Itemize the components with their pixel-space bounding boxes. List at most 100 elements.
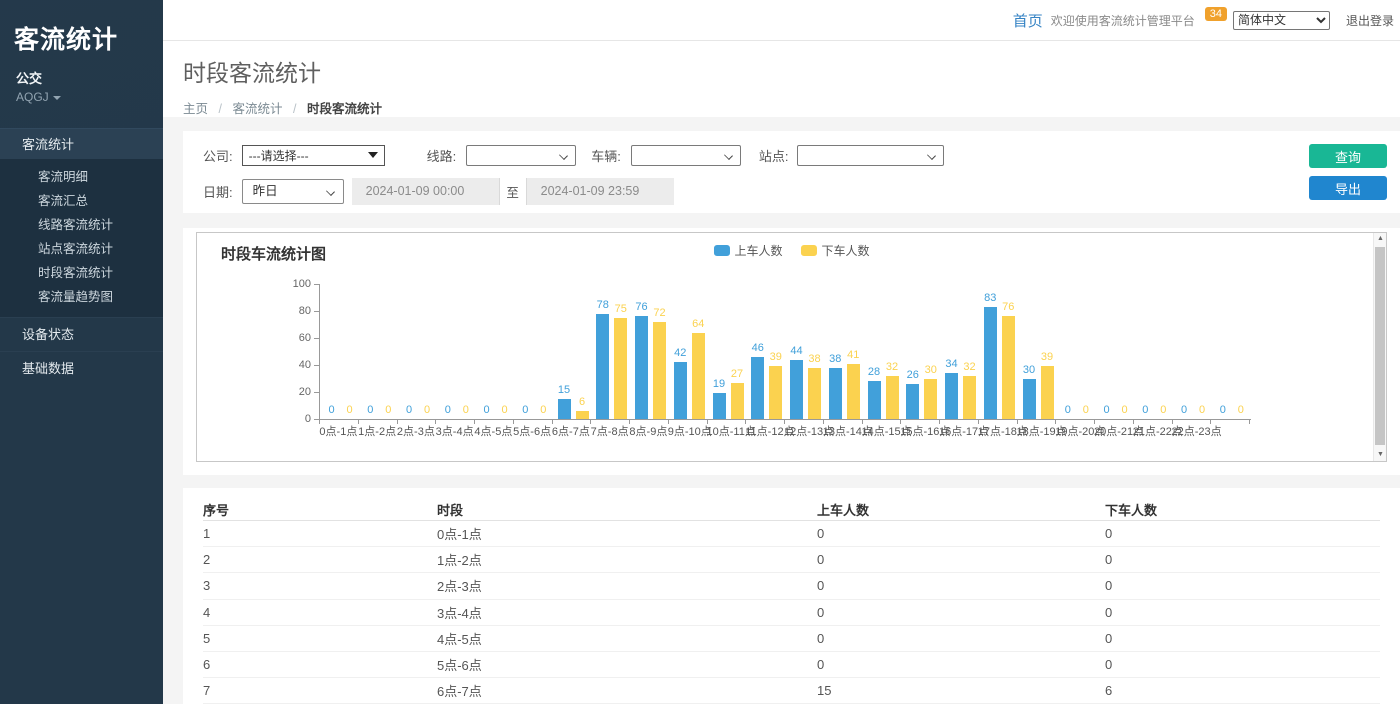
x-axis-category-label: 11点-12点	[745, 423, 784, 439]
bar-boarding[interactable]	[558, 399, 571, 419]
bar-boarding[interactable]	[751, 357, 764, 419]
sidebar-subitem[interactable]: 客流明细	[0, 165, 163, 189]
bar-group: 00	[1133, 284, 1172, 419]
breadcrumb-current: 时段客流统计	[307, 102, 382, 116]
sidebar: 客流统计 公交 AQGJ 客流统计 客流明细客流汇总线路客流统计站点客流统计时段…	[0, 0, 163, 704]
line-select[interactable]	[466, 145, 576, 166]
filter-panel: 公司: ---请选择--- 线路: 车辆: 站点: 日期: 昨日 2024-01…	[183, 131, 1400, 213]
bar-boarding[interactable]	[829, 368, 842, 419]
x-axis-category-label: 4点-5点	[474, 423, 513, 439]
x-axis-line	[319, 419, 1251, 420]
bar-alighting[interactable]	[847, 364, 860, 419]
chevron-down-icon	[927, 151, 936, 160]
date-separator: 至	[499, 178, 527, 205]
bar-alighting[interactable]	[614, 318, 627, 419]
bar-value-label: 0	[522, 404, 528, 416]
sidebar-subitem[interactable]: 站点客流统计	[0, 237, 163, 261]
language-select[interactable]: 简体中文	[1233, 11, 1330, 30]
bar-value-label: 0	[1142, 404, 1148, 416]
bar-boarding[interactable]	[713, 393, 726, 419]
home-link[interactable]: 首页	[1013, 10, 1043, 31]
scrollbar-thumb[interactable]	[1375, 247, 1385, 445]
table-cell: 4	[203, 605, 437, 620]
bar-value-label: 0	[501, 404, 507, 416]
company-select[interactable]: ---请选择---	[242, 145, 385, 166]
x-axis-category-label: 5点-6点	[513, 423, 552, 439]
sidebar-subitem[interactable]: 时段客流统计	[0, 261, 163, 285]
x-axis-category-label: 6点-7点	[552, 423, 591, 439]
sidebar-subitem[interactable]: 客流汇总	[0, 189, 163, 213]
bar-alighting[interactable]	[886, 376, 899, 419]
bar-boarding[interactable]	[906, 384, 919, 419]
page-header: 时段客流统计 主页 / 客流统计 / 时段客流统计	[163, 41, 1400, 117]
bar-alighting[interactable]	[769, 366, 782, 419]
x-axis-category-label: 20点-21点	[1094, 423, 1133, 439]
bar-value-label: 0	[540, 404, 546, 416]
bar-alighting[interactable]	[731, 383, 744, 419]
bar-group: 4639	[745, 284, 784, 419]
table-cell: 5点-6点	[437, 655, 817, 674]
date-preset-select[interactable]: 昨日	[242, 179, 344, 204]
breadcrumb-section[interactable]: 客流统计	[232, 102, 282, 116]
scroll-down-icon[interactable]: ▼	[1374, 451, 1387, 458]
sidebar-submenu: 客流明细客流汇总线路客流统计站点客流统计时段客流统计客流量趋势图	[0, 159, 163, 317]
bar-alighting[interactable]	[963, 376, 976, 419]
bar-value-label: 0	[406, 404, 412, 416]
line-label: 线路:	[427, 146, 457, 165]
export-button[interactable]: 导出	[1309, 176, 1387, 200]
date-from-input[interactable]: 2024-01-09 00:00	[352, 178, 499, 205]
bar-value-label: 0	[1103, 404, 1109, 416]
vehicle-select[interactable]	[631, 145, 741, 166]
notification-badge[interactable]: 34	[1205, 7, 1227, 21]
logout-link[interactable]: 退出登录	[1346, 12, 1396, 29]
bar-alighting[interactable]	[653, 322, 666, 419]
x-axis-category-label: 7点-8点	[590, 423, 629, 439]
bar-value-label: 83	[984, 292, 996, 304]
sidebar-item-base-data[interactable]: 基础数据	[0, 351, 163, 385]
table-header: 序号时段上车人数下车人数	[203, 488, 1380, 521]
bar-alighting[interactable]	[692, 333, 705, 419]
bar-boarding[interactable]	[635, 316, 648, 419]
bar-group: 1927	[707, 284, 746, 419]
bar-boarding[interactable]	[790, 360, 803, 419]
date-to-input[interactable]: 2024-01-09 23:59	[527, 178, 674, 205]
bar-alighting[interactable]	[1041, 366, 1054, 419]
sidebar-item-device-status[interactable]: 设备状态	[0, 317, 163, 351]
bar-alighting[interactable]	[576, 411, 589, 419]
bar-value-label: 38	[808, 353, 820, 365]
bar-chart: 0204060801000000000000001567875767242641…	[197, 233, 1373, 461]
bar-boarding[interactable]	[984, 307, 997, 419]
bar-boarding[interactable]	[945, 373, 958, 419]
sidebar-item-passenger-stats[interactable]: 客流统计	[0, 128, 163, 159]
chart-scrollbar[interactable]: ▲ ▼	[1373, 233, 1386, 461]
station-select[interactable]	[797, 145, 944, 166]
bar-value-label: 0	[424, 404, 430, 416]
company-dropdown[interactable]: AQGJ	[0, 87, 163, 104]
bar-alighting[interactable]	[808, 368, 821, 419]
breadcrumb-separator: /	[293, 102, 296, 116]
bar-alighting[interactable]	[924, 379, 937, 420]
table-cell: 0	[817, 631, 1105, 646]
sidebar-subitem[interactable]: 客流量趋势图	[0, 285, 163, 309]
bar-value-label: 44	[790, 345, 802, 357]
breadcrumb-home[interactable]: 主页	[183, 102, 208, 116]
table-row: 10点-1点00	[203, 521, 1380, 547]
bar-group: 00	[397, 284, 436, 419]
bar-boarding[interactable]	[1023, 379, 1036, 420]
x-axis-category-label: 17点-18点	[978, 423, 1017, 439]
sidebar-subitem[interactable]: 线路客流统计	[0, 213, 163, 237]
bar-value-label: 39	[770, 351, 782, 363]
bar-value-label: 42	[674, 347, 686, 359]
bar-group: 3432	[939, 284, 978, 419]
bar-boarding[interactable]	[674, 362, 687, 419]
table-cell: 5	[203, 631, 437, 646]
bar-value-label: 0	[1199, 404, 1205, 416]
query-button[interactable]: 查询	[1309, 144, 1387, 168]
scroll-up-icon[interactable]: ▲	[1374, 235, 1387, 242]
bar-boarding[interactable]	[868, 381, 881, 419]
bar-boarding[interactable]	[596, 314, 609, 419]
bar-alighting[interactable]	[1002, 316, 1015, 419]
bar-value-label: 30	[925, 364, 937, 376]
bar-group: 00	[319, 284, 358, 419]
date-preset-value: 昨日	[253, 184, 278, 198]
